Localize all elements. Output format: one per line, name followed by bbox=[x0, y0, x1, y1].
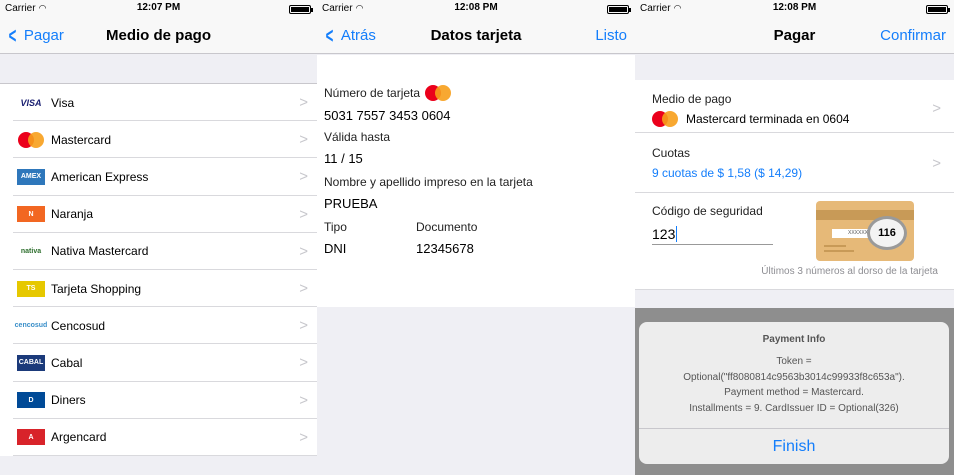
payment-method-list: VISA Visa > Mastercard > AMEX American Express… bbox=[0, 83, 317, 457]
chevron-right-icon: > bbox=[299, 94, 308, 111]
cardholder-name-label: Nombre y apellido impreso en la tarjeta bbox=[324, 175, 533, 189]
battery-icon bbox=[607, 5, 631, 14]
mastercard-icon bbox=[425, 85, 452, 101]
payment-method-label: Visa bbox=[51, 95, 75, 110]
payment-method-label: American Express bbox=[51, 169, 149, 184]
chevron-right-icon: > bbox=[299, 205, 308, 223]
status-time: 12:08 PM bbox=[454, 2, 498, 13]
card-logo-icon: A bbox=[17, 429, 45, 446]
card-back-illustration: XXXXXX 116 bbox=[816, 201, 914, 261]
payment-method-label: Tarjeta Shopping bbox=[51, 281, 142, 296]
payment-method-label: Nativa Mastercard bbox=[51, 244, 149, 259]
installments-cell[interactable]: Cuotas 9 cuotas de $ 1,58 ($ 14,29) > bbox=[635, 133, 954, 193]
chevron-right-icon: > bbox=[299, 354, 308, 372]
card-logo-icon: nativa bbox=[17, 243, 45, 260]
security-code-hint: Últimos 3 números al dorso de la tarjeta bbox=[761, 266, 938, 277]
payment-info-alert: Payment Info Token = Optional("ff8080814… bbox=[639, 322, 949, 464]
valid-until-field[interactable]: 11 / 15 bbox=[324, 151, 628, 166]
confirm-button[interactable]: Confirmar bbox=[880, 27, 946, 44]
card-number-field[interactable]: 5031 7557 3453 0604 bbox=[324, 108, 628, 123]
chevron-right-icon: > bbox=[299, 279, 308, 297]
payment-method-screen: Carrier ◠ 12:07 PM < Pagar Medio de pago V… bbox=[0, 0, 317, 475]
card-logo-icon: VISA bbox=[17, 94, 45, 111]
cardholder-name-field[interactable]: PRUEBA bbox=[324, 196, 628, 211]
card-logo-icon: cencosud bbox=[15, 317, 47, 334]
chevron-right-icon: > bbox=[932, 155, 941, 172]
payment-method-label: Argencard bbox=[51, 430, 107, 445]
payment-method-item[interactable]: A Argencard > bbox=[0, 418, 317, 457]
payment-method-item[interactable]: cencosud Cencosud > bbox=[0, 307, 317, 345]
card-logo-icon: D bbox=[17, 392, 45, 409]
security-code-input[interactable]: 123 bbox=[652, 226, 773, 245]
card-logo-icon: CABAL bbox=[17, 354, 45, 371]
done-button[interactable]: Listo bbox=[595, 27, 627, 44]
payment-method-item[interactable]: Mastercard > bbox=[0, 121, 317, 159]
card-data-screen: Carrier ◠ 12:08 PM < Atrás Datos tarjeta L… bbox=[317, 0, 635, 475]
payment-method-item[interactable]: VISA Visa > bbox=[0, 84, 317, 122]
payment-method-item[interactable]: AMEX American Express > bbox=[0, 158, 317, 196]
card-logo-icon bbox=[17, 131, 45, 148]
payment-method-item[interactable]: N Naranja > bbox=[0, 195, 317, 233]
chevron-right-icon: > bbox=[299, 391, 308, 409]
card-form: Número de tarjeta 5031 7557 3453 0604 Vá… bbox=[317, 55, 635, 307]
document-field[interactable]: 12345678 bbox=[416, 241, 477, 256]
doc-type-label: Tipo bbox=[324, 220, 347, 234]
mastercard-icon bbox=[652, 111, 678, 127]
card-number-label: Número de tarjeta bbox=[324, 86, 421, 100]
payment-method-item[interactable]: TS Tarjeta Shopping > bbox=[0, 269, 317, 308]
chevron-right-icon: > bbox=[299, 242, 308, 260]
payment-method-item[interactable]: CABAL Cabal > bbox=[0, 344, 317, 382]
chevron-right-icon: > bbox=[299, 428, 308, 446]
payment-method-item[interactable]: nativa Nativa Mastercard > bbox=[0, 232, 317, 271]
battery-icon bbox=[289, 5, 313, 14]
nav-bar: Pagar Confirmar bbox=[635, 18, 954, 54]
payment-method-label: Mastercard bbox=[51, 132, 112, 147]
status-bar: Carrier ◠ 12:08 PM bbox=[317, 0, 635, 18]
status-time: 12:08 PM bbox=[772, 2, 817, 13]
page-title: Datos tarjeta bbox=[430, 27, 522, 44]
card-logo-icon: AMEX bbox=[17, 168, 45, 185]
chevron-right-icon: > bbox=[932, 100, 941, 117]
status-time: 12:07 PM bbox=[136, 2, 181, 13]
payment-method-label: Cabal bbox=[51, 355, 83, 370]
chevron-right-icon: > bbox=[299, 131, 308, 149]
card-logo-icon: TS bbox=[17, 280, 45, 297]
nav-bar: < Pagar Medio de pago bbox=[0, 18, 317, 54]
payment-method-label: Diners bbox=[51, 393, 86, 408]
status-bar: Carrier ◠ 12:07 PM bbox=[0, 0, 317, 18]
doc-type-field[interactable]: DNI bbox=[324, 241, 416, 256]
chevron-right-icon: > bbox=[299, 317, 308, 335]
page-title: Medio de pago bbox=[106, 27, 211, 44]
payment-method-item[interactable]: D Diners > bbox=[0, 381, 317, 419]
finish-button[interactable]: Finish bbox=[639, 428, 949, 464]
cvv-badge: 116 bbox=[867, 216, 907, 250]
alert-title: Payment Info bbox=[762, 334, 826, 345]
installments-value: 9 cuotas de $ 1,58 ($ 14,29) bbox=[652, 166, 803, 180]
alert-message: Token = Optional("ff8080814c9563b3014c99… bbox=[683, 356, 905, 414]
payment-method-cell[interactable]: Medio de pago Mastercard terminada en 06… bbox=[635, 80, 954, 133]
status-bar: Carrier ◠ 12:08 PM bbox=[635, 0, 954, 18]
installments-label: Cuotas bbox=[652, 146, 691, 160]
card-logo-icon: N bbox=[17, 206, 45, 223]
security-code-cell: Código de seguridad 123 XXXXXX 116 Últim… bbox=[635, 193, 954, 290]
payment-method-value: Mastercard terminada en 0604 bbox=[686, 112, 850, 126]
valid-until-label: Válida hasta bbox=[324, 130, 391, 144]
checkout-screen: Carrier ◠ 12:08 PM Pagar Confirmar Medio … bbox=[635, 0, 954, 475]
payment-method-label: Naranja bbox=[51, 207, 94, 222]
payment-method-label: Cencosud bbox=[51, 318, 106, 333]
nav-bar: < Atrás Datos tarjeta Listo bbox=[317, 18, 635, 54]
chevron-right-icon: > bbox=[299, 168, 308, 186]
payment-method-label: Medio de pago bbox=[652, 92, 732, 106]
payment-summary: Medio de pago Mastercard terminada en 06… bbox=[635, 80, 954, 290]
document-label: Documento bbox=[416, 220, 478, 234]
battery-icon bbox=[926, 5, 950, 14]
